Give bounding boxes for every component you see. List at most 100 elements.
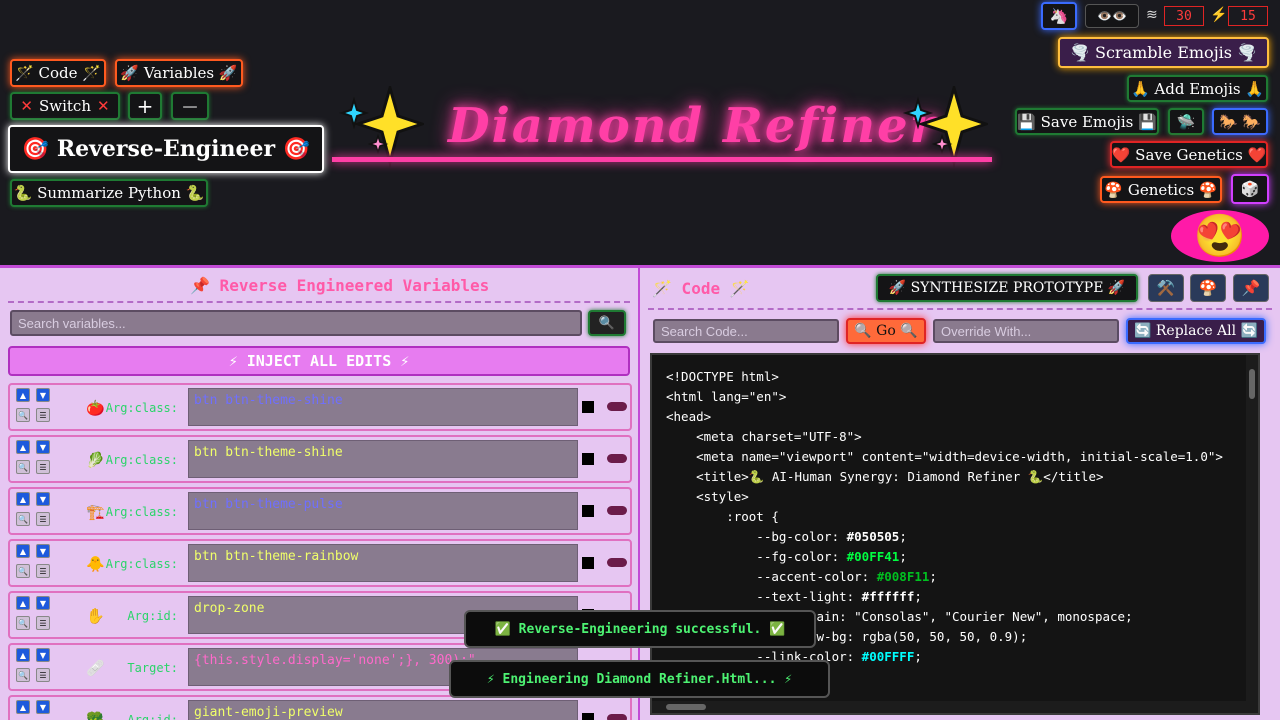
override-input[interactable]: Override With... xyxy=(933,319,1119,343)
inject-all-edits-button[interactable]: ⚡ INJECT ALL EDITS ⚡ xyxy=(8,346,630,376)
synthesize-prototype-button[interactable]: 🚀 SYNTHESIZE PROTOTYPE 🚀 xyxy=(876,274,1138,302)
move-up-icon[interactable]: ▲ xyxy=(16,648,30,662)
menu-icon[interactable]: ☰ xyxy=(36,408,50,422)
code-panel: 🪄 Code 🪄 🚀 SYNTHESIZE PROTOTYPE 🚀 ⚒️ 🍄 📌… xyxy=(640,265,1280,720)
variable-value-input[interactable]: btn btn-theme-shine xyxy=(188,440,578,478)
search-variables-input[interactable]: Search variables... xyxy=(10,310,582,336)
variable-emoji-icon: 🏗️ xyxy=(86,503,105,521)
save-emojis-button[interactable]: 💾 Save Emojis 💾 xyxy=(1015,108,1159,135)
variable-emoji-icon: 🐥 xyxy=(86,555,105,573)
move-down-icon[interactable]: ▼ xyxy=(36,492,50,506)
replace-all-button[interactable]: 🔄 Replace All 🔄 xyxy=(1126,318,1266,344)
search-icon[interactable]: 🔍 xyxy=(16,668,30,682)
wave-counter[interactable]: 30 xyxy=(1164,6,1204,26)
toggle-pill[interactable] xyxy=(607,558,627,567)
menu-icon[interactable]: ☰ xyxy=(36,564,50,578)
code-line: --accent-color: #008F11; xyxy=(666,569,937,584)
divider xyxy=(648,308,1272,310)
summarize-python-button[interactable]: 🐍 Summarize Python 🐍 xyxy=(10,179,208,207)
pin-button[interactable]: 📌 xyxy=(1233,274,1269,302)
move-up-icon[interactable]: ▲ xyxy=(16,440,30,454)
variable-row: ▲ ▼ 🔍 ☰ 🥬 Arg:class: btn btn-theme-shine xyxy=(8,435,632,483)
horse-icon: 🐎 🐎 xyxy=(1218,112,1262,131)
horses-button[interactable]: 🐎 🐎 xyxy=(1212,108,1268,135)
code-line: <title>🐍 AI-Human Synergy: Diamond Refin… xyxy=(666,469,1104,484)
code-panel-title: 🪄 Code 🪄 xyxy=(652,279,750,298)
search-icon[interactable]: 🔍 xyxy=(16,460,30,474)
variable-emoji-icon: 🩹 xyxy=(86,659,105,677)
color-swatch[interactable] xyxy=(582,453,594,465)
toggle-pill[interactable] xyxy=(607,714,627,720)
variables-button[interactable]: 🚀 Variables 🚀 xyxy=(115,59,243,87)
progress-toast-text: ⚡ Engineering Diamond Refiner.Html... ⚡ xyxy=(486,671,793,687)
emoji-preview-bubble[interactable]: 😍 xyxy=(1171,210,1269,262)
variable-value-input[interactable]: btn btn-theme-rainbow xyxy=(188,544,578,582)
move-up-icon[interactable]: ▲ xyxy=(16,700,30,714)
horizontal-scrollbar[interactable] xyxy=(652,701,1258,713)
move-down-icon[interactable]: ▼ xyxy=(36,596,50,610)
reverse-engineer-label: 🎯 Reverse-Engineer 🎯 xyxy=(21,136,311,162)
switch-button-label: Switch xyxy=(38,97,91,115)
genetics-label: 🍄 Genetics 🍄 xyxy=(1104,180,1218,199)
color-swatch[interactable] xyxy=(582,713,594,720)
move-up-icon[interactable]: ▲ xyxy=(16,596,30,610)
vertical-scrollbar[interactable] xyxy=(1246,355,1258,713)
search-icon[interactable]: 🔍 xyxy=(16,564,30,578)
tools-button[interactable]: ⚒️ xyxy=(1148,274,1184,302)
search-variables-button[interactable]: 🔍 xyxy=(588,310,626,336)
minus-button[interactable]: — xyxy=(171,92,209,120)
menu-icon[interactable]: ☰ xyxy=(36,616,50,630)
move-down-icon[interactable]: ▼ xyxy=(36,648,50,662)
toggle-pill[interactable] xyxy=(607,402,627,411)
genetics-button[interactable]: 🍄 Genetics 🍄 xyxy=(1100,176,1222,203)
mushroom-button[interactable]: 🍄 xyxy=(1190,274,1226,302)
variable-row: ▲ ▼ 🔍 ☰ 🐥 Arg:class: btn btn-theme-rainbow xyxy=(8,539,632,587)
search-icon[interactable]: 🔍 xyxy=(16,408,30,422)
search-code-input[interactable]: Search Code... xyxy=(653,319,839,343)
wave-icon: ≋ xyxy=(1146,7,1158,23)
move-down-icon[interactable]: ▼ xyxy=(36,440,50,454)
dice-button[interactable]: 🎲 xyxy=(1231,174,1269,204)
code-button[interactable]: 🪄 Code 🪄 xyxy=(10,59,106,87)
scroll-thumb[interactable] xyxy=(1249,369,1255,399)
variable-label: Target: xyxy=(127,661,178,675)
switch-button[interactable]: ✕ Switch ✕ xyxy=(10,92,120,120)
ufo-button[interactable]: 🛸 xyxy=(1168,108,1204,135)
color-swatch[interactable] xyxy=(582,557,594,569)
move-up-icon[interactable]: ▲ xyxy=(16,492,30,506)
bolt-counter[interactable]: 15 xyxy=(1228,6,1268,26)
scroll-thumb[interactable] xyxy=(666,704,706,710)
move-up-icon[interactable]: ▲ xyxy=(16,544,30,558)
scramble-emojis-button[interactable]: 🌪️ Scramble Emojis 🌪️ xyxy=(1058,37,1269,68)
color-swatch[interactable] xyxy=(582,505,594,517)
minus-icon: — xyxy=(182,97,198,115)
plus-button[interactable]: + xyxy=(128,92,162,120)
color-swatch[interactable] xyxy=(582,401,594,413)
search-icon[interactable]: 🔍 xyxy=(16,512,30,526)
save-genetics-button[interactable]: ❤️ Save Genetics ❤️ xyxy=(1110,141,1268,168)
summarize-python-label: 🐍 Summarize Python 🐍 xyxy=(13,184,205,202)
code-line: <!DOCTYPE html> xyxy=(666,369,779,384)
reverse-engineer-button[interactable]: 🎯 Reverse-Engineer 🎯 xyxy=(8,125,324,173)
divider xyxy=(8,301,630,303)
search-icon[interactable]: 🔍 xyxy=(16,616,30,630)
toggle-pill[interactable] xyxy=(607,506,627,515)
eyes-toggle[interactable]: 👁️👁️ xyxy=(1085,4,1139,28)
go-button[interactable]: 🔍 Go 🔍 xyxy=(846,318,926,344)
toggle-pill[interactable] xyxy=(607,454,627,463)
move-down-icon[interactable]: ▼ xyxy=(36,544,50,558)
move-up-icon[interactable]: ▲ xyxy=(16,388,30,402)
variable-value-input[interactable]: btn btn-theme-shine xyxy=(188,388,578,426)
move-down-icon[interactable]: ▼ xyxy=(36,700,50,714)
add-emojis-button[interactable]: 🙏 Add Emojis 🙏 xyxy=(1127,75,1268,102)
menu-icon[interactable]: ☰ xyxy=(36,668,50,682)
variable-emoji-icon: 🥬 xyxy=(86,451,105,469)
unicorn-button[interactable]: 🦄 xyxy=(1041,2,1077,30)
code-line: <style> xyxy=(666,489,749,504)
menu-icon[interactable]: ☰ xyxy=(36,512,50,526)
menu-icon[interactable]: ☰ xyxy=(36,460,50,474)
variable-value-input[interactable]: giant-emoji-preview xyxy=(188,700,578,720)
variable-value-input[interactable]: btn btn-theme-pulse xyxy=(188,492,578,530)
code-line: <meta name="viewport" content="width=dev… xyxy=(666,449,1223,464)
move-down-icon[interactable]: ▼ xyxy=(36,388,50,402)
